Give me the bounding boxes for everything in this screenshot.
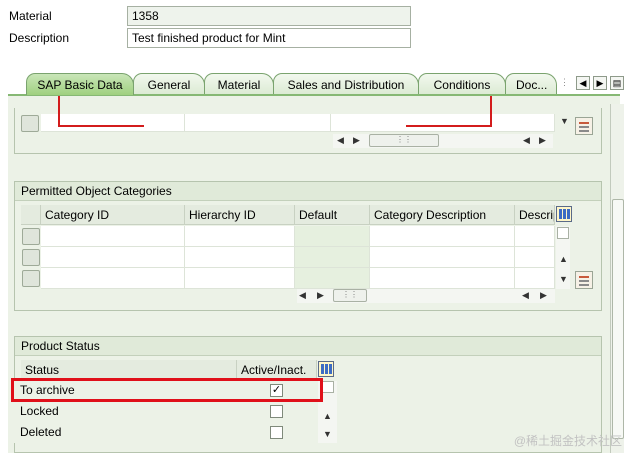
table-cell[interactable] — [295, 247, 370, 268]
select-all-header[interactable] — [21, 205, 41, 225]
scroll-right-icon[interactable]: ▶ — [540, 290, 547, 301]
tab-material[interactable]: Material — [204, 73, 274, 95]
tab-doc[interactable]: Doc... — [505, 73, 557, 95]
tab-menu-icon[interactable]: ▤ — [610, 76, 624, 90]
horizontal-scrollbar[interactable]: ◀ ▶ ⋮⋮ ◀ ▶ — [297, 289, 555, 303]
permitted-object-categories-group: Permitted Object Categories Category ID … — [14, 181, 602, 311]
table-cell[interactable] — [41, 226, 185, 247]
scroll-left-icon[interactable]: ◀ — [337, 135, 344, 146]
row-selector[interactable] — [21, 115, 39, 132]
table-cell[interactable] — [331, 114, 555, 132]
status-row[interactable]: Deleted — [14, 422, 314, 443]
column-header-status[interactable]: Status — [21, 360, 237, 380]
table-cell[interactable] — [185, 114, 331, 132]
scroll-up-icon[interactable]: ▲ — [559, 254, 568, 264]
table-cell[interactable] — [295, 226, 370, 247]
column-header-category-description[interactable]: Category Description — [370, 205, 515, 225]
description-label: Description — [9, 31, 70, 45]
active-checkbox[interactable] — [270, 405, 283, 418]
tab-conditions[interactable]: Conditions — [418, 73, 506, 95]
table-cell[interactable] — [295, 268, 370, 289]
tab-prev-icon[interactable]: ◀ — [576, 76, 590, 90]
scroll-down-icon[interactable]: ▼ — [323, 429, 332, 439]
watermark: @稀土掘金技术社区 — [513, 434, 622, 448]
table-cell[interactable] — [370, 247, 515, 268]
status-label: Deleted — [20, 425, 62, 439]
tab-general[interactable]: General — [133, 73, 205, 95]
status-row[interactable]: Locked — [14, 401, 314, 422]
row-selector[interactable] — [22, 270, 40, 287]
scroll-left-icon[interactable]: ◀ — [522, 290, 529, 301]
scroll-left-icon[interactable]: ◀ — [299, 290, 306, 301]
column-header-category-id[interactable]: Category ID — [41, 205, 185, 225]
table-cell[interactable] — [41, 114, 185, 132]
material-label: Material — [9, 9, 52, 23]
scrollbar-thumb[interactable]: ⋮⋮ — [333, 289, 367, 302]
horizontal-scrollbar[interactable]: ◀ ▶ ⋮⋮ ◀ ▶ — [333, 134, 553, 148]
column-header-description[interactable]: Descrip — [515, 205, 555, 225]
scroll-left-icon[interactable]: ◀ — [523, 135, 530, 146]
row-selector[interactable] — [22, 228, 40, 245]
table-cell[interactable] — [370, 268, 515, 289]
status-label: Locked — [20, 404, 59, 418]
column-header-default[interactable]: Default — [295, 205, 370, 225]
active-checkbox[interactable] — [270, 426, 283, 439]
annotation-line — [406, 125, 492, 127]
details-icon[interactable] — [575, 271, 593, 289]
annotation-line — [490, 96, 492, 126]
row-selector[interactable] — [22, 249, 40, 266]
group-title: Permitted Object Categories — [15, 182, 601, 201]
table-cell[interactable] — [370, 226, 515, 247]
table-cell[interactable] — [185, 226, 295, 247]
tab-next-icon[interactable]: ▶ — [593, 76, 607, 90]
group-title: Product Status — [15, 337, 601, 356]
table-cell[interactable] — [515, 268, 555, 289]
scrollbar-thumb[interactable]: ⋮⋮ — [369, 134, 439, 147]
scroll-up-icon[interactable]: ▲ — [323, 411, 332, 421]
column-header-active-inactive[interactable]: Active/Inact. — [237, 360, 317, 380]
table-settings-icon[interactable] — [318, 361, 334, 377]
scrollbar-thumb[interactable] — [612, 199, 624, 439]
tab-sales-and-distribution[interactable]: Sales and Distribution — [273, 73, 419, 95]
table-cell[interactable] — [185, 247, 295, 268]
table-cell[interactable] — [515, 226, 555, 247]
table-vertical-scrollbar[interactable]: ▲ ▼ — [556, 226, 570, 289]
details-icon[interactable] — [575, 117, 593, 135]
scroll-right-icon[interactable]: ▶ — [317, 290, 324, 301]
table-settings-icon[interactable] — [556, 206, 572, 222]
annotation-line — [58, 96, 60, 126]
material-field[interactable]: 1358 — [127, 6, 411, 26]
column-header-hierarchy-id[interactable]: Hierarchy ID — [185, 205, 295, 225]
description-field[interactable]: Test finished product for Mint — [127, 28, 411, 48]
table-cell[interactable] — [41, 268, 185, 289]
upper-table: ▼ ◀ ▶ ⋮⋮ ◀ ▶ — [14, 108, 602, 154]
scrollbar-thumb[interactable] — [557, 227, 569, 239]
annotation-line — [58, 125, 144, 127]
table-cell[interactable] — [515, 247, 555, 268]
table-cell[interactable] — [41, 247, 185, 268]
scroll-right-icon[interactable]: ▶ — [539, 135, 546, 146]
tab-list-icon[interactable]: ⋮ — [560, 76, 569, 90]
scroll-down-icon[interactable]: ▼ — [559, 274, 568, 284]
table-cell[interactable] — [185, 268, 295, 289]
tab-sap-basic-data[interactable]: SAP Basic Data — [26, 73, 134, 95]
scroll-right-icon[interactable]: ▶ — [353, 135, 360, 146]
highlight-box — [11, 378, 323, 402]
vertical-scrollbar[interactable] — [610, 104, 624, 453]
scroll-down-icon[interactable]: ▼ — [560, 116, 569, 126]
